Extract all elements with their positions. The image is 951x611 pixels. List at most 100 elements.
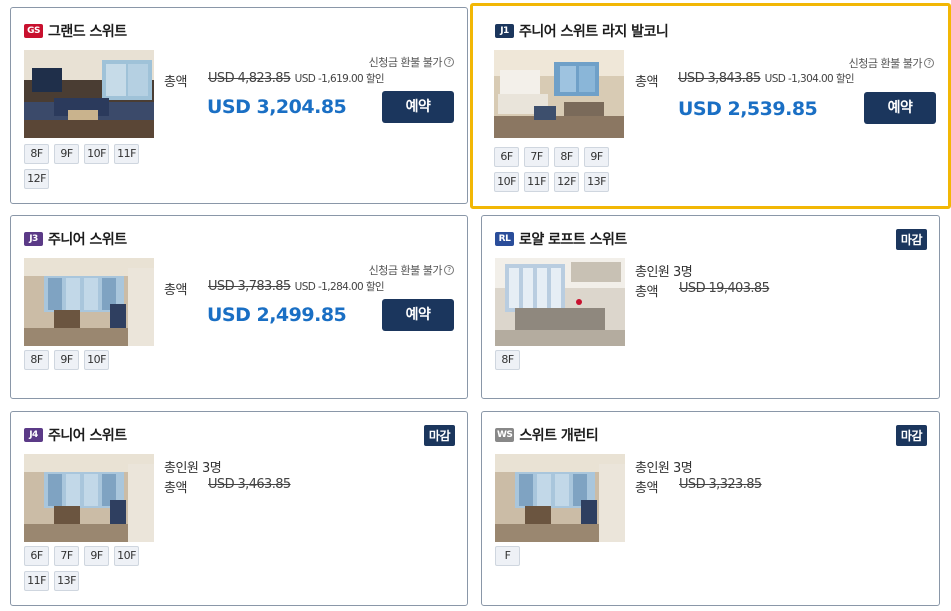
- help-icon[interactable]: ?: [924, 58, 934, 68]
- deck-chip[interactable]: F: [495, 546, 520, 566]
- category-code-badge: RL: [495, 232, 514, 246]
- deck-chip[interactable]: 12F: [554, 172, 579, 192]
- cabin-card-rl: RL 로얄 로프트 스위트 마감 8F 총인원 3명 총액 USD 19,403…: [481, 215, 940, 399]
- card-header: RL 로얄 로프트 스위트: [495, 230, 627, 248]
- help-icon[interactable]: ?: [444, 57, 454, 67]
- cabin-photo[interactable]: [24, 454, 154, 542]
- card-header: J1 주니어 스위트 라지 발코니: [495, 22, 669, 40]
- original-price: USD 3,463.85: [208, 477, 291, 492]
- price-original: USD 3,463.85: [208, 477, 291, 492]
- book-button[interactable]: 예약: [382, 299, 454, 331]
- original-price: USD 3,783.85: [208, 279, 291, 294]
- deck-chip[interactable]: 8F: [24, 350, 49, 370]
- deck-chip[interactable]: 9F: [54, 350, 79, 370]
- original-price: USD 3,323.85: [679, 477, 762, 492]
- discount-amount: USD -1,619.00 할인: [294, 73, 385, 85]
- category-code-badge: GS: [24, 24, 43, 38]
- deck-chip[interactable]: 9F: [54, 144, 79, 164]
- cabin-card-j4: J4 주니어 스위트 마감 6F 7F 9F 10F 11F 13F 총인원 3…: [10, 411, 468, 606]
- refund-notice: 신청금 환불 불가 ?: [849, 55, 934, 71]
- deck-chip[interactable]: 9F: [584, 147, 609, 167]
- deck-chip[interactable]: 10F: [84, 350, 109, 370]
- total-label: 총액: [635, 75, 658, 90]
- total-label: 총액: [635, 481, 658, 496]
- card-header: J3 주니어 스위트: [24, 230, 127, 248]
- deck-chip[interactable]: 8F: [24, 144, 49, 164]
- price-original: USD 19,403.85: [679, 281, 770, 296]
- deck-chip[interactable]: 10F: [84, 144, 109, 164]
- total-label: 총액: [164, 283, 187, 298]
- total-label: 총액: [164, 75, 187, 90]
- occupancy-label: 총인원 3명: [635, 265, 693, 280]
- cabin-card-j3: J3 주니어 스위트 8F 9F 10F 신청금 환불 불가 ? 총액 USD …: [10, 215, 468, 399]
- final-price: USD 2,499.85: [207, 304, 347, 326]
- total-label: 총액: [164, 481, 187, 496]
- cabin-name: 주니어 스위트: [48, 428, 127, 444]
- card-header: J4 주니어 스위트: [24, 426, 127, 444]
- cabin-name: 로얄 로프트 스위트: [519, 232, 627, 248]
- deck-chip[interactable]: 12F: [24, 169, 49, 189]
- discount-amount: USD -1,304.00 할인: [764, 73, 855, 85]
- deck-chip[interactable]: 10F: [114, 546, 139, 566]
- deck-list: 8F 9F 10F: [24, 350, 164, 370]
- deck-list: 6F 7F 8F 9F 10F 11F 12F 13F: [494, 147, 634, 192]
- refund-text: 신청금 환불 불가: [368, 56, 443, 69]
- card-header: GS 그랜드 스위트: [24, 22, 127, 40]
- soldout-badge: 마감: [895, 425, 927, 446]
- deck-chip[interactable]: 10F: [494, 172, 519, 192]
- cabin-name: 그랜드 스위트: [48, 24, 127, 40]
- help-icon[interactable]: ?: [444, 265, 454, 275]
- deck-list: 6F 7F 9F 10F 11F 13F: [24, 546, 164, 591]
- price-original: USD 3,783.85 USD -1,284.00 할인: [208, 279, 385, 294]
- discount-amount: USD -1,284.00 할인: [294, 281, 385, 293]
- deck-chip[interactable]: 6F: [24, 546, 49, 566]
- original-price: USD 4,823.85: [208, 71, 291, 86]
- refund-notice: 신청금 환불 불가 ?: [369, 262, 454, 278]
- category-code-badge: WS: [495, 428, 515, 442]
- occupancy-label: 총인원 3명: [635, 461, 693, 476]
- final-price: USD 2,539.85: [678, 98, 818, 120]
- original-price: USD 3,843.85: [678, 71, 761, 86]
- price-original: USD 4,823.85 USD -1,619.00 할인: [208, 71, 385, 86]
- refund-text: 신청금 환불 불가: [848, 57, 923, 70]
- deck-chip[interactable]: 6F: [494, 147, 519, 167]
- cabin-photo[interactable]: [24, 50, 154, 138]
- cabin-photo[interactable]: [495, 454, 625, 542]
- cabin-card-j1: J1 주니어 스위트 라지 발코니 6F 7F 8F 9F 10F 11F 12…: [470, 3, 951, 209]
- cabin-photo[interactable]: [494, 50, 624, 138]
- total-label: 총액: [635, 285, 658, 300]
- deck-chip[interactable]: 11F: [24, 571, 49, 591]
- cabin-card-ws: WS 스위트 개런티 마감 F 총인원 3명 총액 USD 3,323.85: [481, 411, 940, 606]
- book-button[interactable]: 예약: [382, 91, 454, 123]
- deck-chip[interactable]: 11F: [524, 172, 549, 192]
- category-code-badge: J1: [495, 24, 514, 38]
- cabin-photo[interactable]: [24, 258, 154, 346]
- cabin-name: 스위트 개런티: [519, 428, 599, 444]
- card-header: WS 스위트 개런티: [495, 426, 599, 444]
- category-code-badge: J3: [24, 232, 43, 246]
- refund-notice: 신청금 환불 불가 ?: [369, 54, 454, 70]
- price-original: USD 3,323.85: [679, 477, 762, 492]
- deck-chip[interactable]: 13F: [584, 172, 609, 192]
- final-price: USD 3,204.85: [207, 96, 347, 118]
- category-code-badge: J4: [24, 428, 43, 442]
- deck-chip[interactable]: 8F: [495, 350, 520, 370]
- deck-chip[interactable]: 8F: [554, 147, 579, 167]
- deck-chip[interactable]: 9F: [84, 546, 109, 566]
- soldout-badge: 마감: [423, 425, 455, 446]
- deck-list: 8F 9F 10F 11F 12F: [24, 144, 164, 189]
- cabin-name: 주니어 스위트 라지 발코니: [519, 24, 669, 40]
- deck-chip[interactable]: 11F: [114, 144, 139, 164]
- deck-chip[interactable]: 7F: [524, 147, 549, 167]
- cabin-name: 주니어 스위트: [48, 232, 127, 248]
- cabin-card-gs: GS 그랜드 스위트 8F 9F 10F 11F 12F 신청금 환불 불가 ?…: [10, 7, 468, 204]
- book-button[interactable]: 예약: [864, 92, 936, 124]
- deck-chip[interactable]: 7F: [54, 546, 79, 566]
- occupancy-label: 총인원 3명: [164, 461, 222, 476]
- refund-text: 신청금 환불 불가: [368, 264, 443, 277]
- original-price: USD 19,403.85: [679, 281, 770, 296]
- deck-list: 8F: [495, 350, 635, 370]
- cabin-photo[interactable]: [495, 258, 625, 346]
- deck-chip[interactable]: 13F: [54, 571, 79, 591]
- price-original: USD 3,843.85 USD -1,304.00 할인: [678, 71, 855, 86]
